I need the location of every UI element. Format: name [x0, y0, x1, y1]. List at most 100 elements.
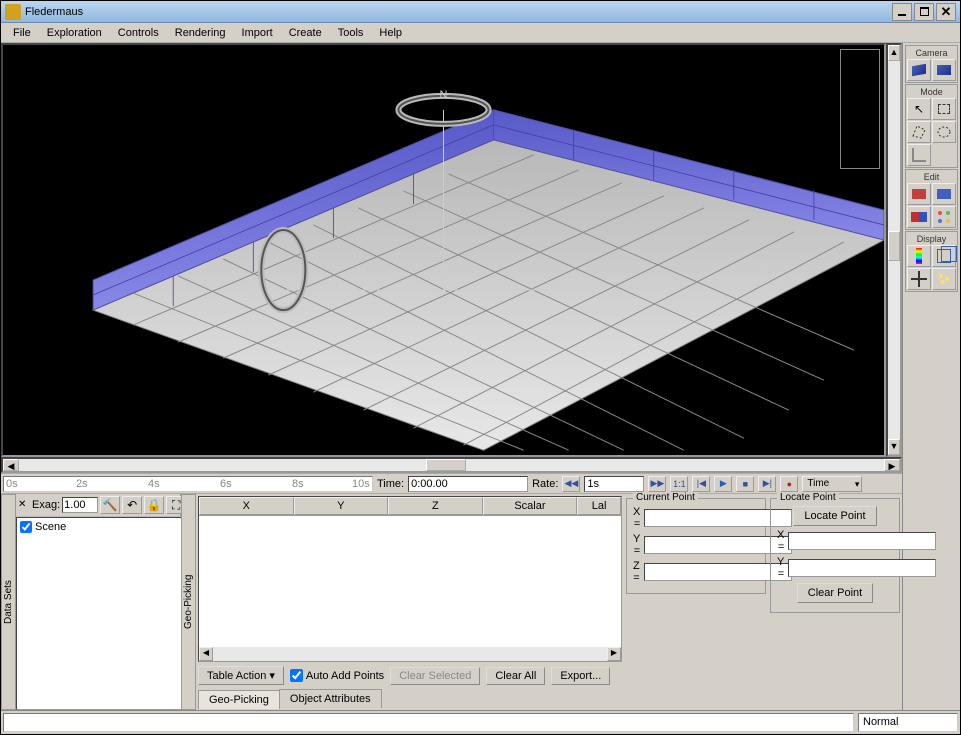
locate-point-button[interactable]: Locate Point	[793, 506, 876, 526]
clear-point-button[interactable]: Clear Point	[797, 583, 873, 603]
locate-point-fieldset: Locate Point Locate Point X = Y = Clear …	[770, 498, 900, 613]
edit-red-button[interactable]	[907, 183, 931, 205]
lp-x-input[interactable]	[788, 532, 936, 550]
auto-add-label: Auto Add Points	[306, 670, 384, 682]
viewport-vscroll[interactable]: ▲ ▼	[886, 43, 902, 457]
statusbar: Normal	[1, 710, 960, 734]
exag-hammer-button[interactable]: 🔨	[100, 496, 120, 514]
menu-import[interactable]: Import	[234, 25, 281, 41]
time-ruler[interactable]: 0s 2s 4s 6s 8s 10s	[3, 476, 373, 492]
menu-rendering[interactable]: Rendering	[167, 25, 234, 41]
camera-ortho-button[interactable]	[932, 59, 956, 81]
geo-table: X Y Z Scalar Lal ◀ ▶	[198, 496, 622, 662]
tab-object-attributes[interactable]: Object Attributes	[279, 689, 382, 708]
export-button[interactable]: Export...	[551, 667, 610, 685]
app-icon	[5, 4, 21, 20]
clear-all-button[interactable]: Clear All	[486, 667, 545, 685]
display-legend: Display	[907, 233, 956, 245]
skip-back-button[interactable]: |◀	[692, 476, 710, 492]
edit-dots-button[interactable]	[932, 206, 956, 228]
viewport-hscroll[interactable]: ◀ ▶	[1, 457, 902, 473]
edit-redblue-button[interactable]	[907, 206, 931, 228]
tick-0: 0s	[6, 478, 18, 490]
tick-1: 2s	[76, 478, 88, 490]
scene-render: N	[3, 45, 884, 455]
col-z[interactable]: Z	[388, 497, 483, 515]
scroll-right-icon[interactable]: ▶	[884, 459, 900, 471]
exag-lock-button[interactable]: 🔒	[144, 496, 164, 514]
datasets-close-icon[interactable]: ✕	[18, 499, 30, 511]
scroll-up-icon[interactable]: ▲	[888, 45, 900, 61]
viewport-3d[interactable]: N	[1, 43, 886, 457]
geo-table-body[interactable]	[199, 516, 621, 647]
app-window: Fledermaus ✕ File Exploration Controls R…	[0, 0, 961, 735]
select-poly-button[interactable]	[907, 121, 931, 143]
menu-controls[interactable]: Controls	[110, 25, 167, 41]
corner-mode-button[interactable]	[907, 144, 931, 166]
time-input[interactable]	[408, 476, 528, 492]
table-action-dropdown[interactable]: Table Action	[198, 666, 284, 685]
table-scroll-left-icon[interactable]: ◀	[199, 647, 213, 661]
select-lasso-button[interactable]	[932, 121, 956, 143]
time-label: Time:	[377, 478, 404, 490]
close-button[interactable]: ✕	[936, 3, 956, 21]
maximize-button[interactable]	[914, 3, 934, 21]
scene-node[interactable]: Scene	[19, 520, 185, 534]
select-arrow-button[interactable]: ↖	[907, 98, 931, 120]
edit-legend: Edit	[907, 171, 956, 183]
select-rect-button[interactable]	[932, 98, 956, 120]
exag-input[interactable]	[62, 497, 98, 513]
menu-file[interactable]: File	[5, 25, 39, 41]
menu-exploration[interactable]: Exploration	[39, 25, 110, 41]
rate-forward-button[interactable]: ▶▶	[648, 476, 666, 492]
display-crosshair-button[interactable]	[907, 268, 931, 290]
auto-add-checkbox-label[interactable]: Auto Add Points	[290, 669, 384, 682]
menubar: File Exploration Controls Rendering Impo…	[1, 23, 960, 43]
play-button[interactable]: ▶	[714, 476, 732, 492]
stop-button[interactable]: ■	[736, 476, 754, 492]
exag-undo-button[interactable]: ↶	[122, 496, 142, 514]
ratio-button[interactable]: 1:1	[670, 476, 688, 492]
minimize-button[interactable]	[892, 3, 912, 21]
current-point-fieldset: Current Point X = Y = Z =	[626, 498, 766, 594]
bottom-panels: Data Sets ✕ Exag: 🔨 ↶ 🔒 ⛶ Sce	[1, 493, 902, 710]
col-y[interactable]: Y	[294, 497, 389, 515]
tab-geo-picking[interactable]: Geo-Picking	[198, 690, 280, 709]
clear-selected-button[interactable]: Clear Selected	[390, 667, 480, 685]
scroll-down-icon[interactable]: ▼	[888, 439, 900, 455]
menu-tools[interactable]: Tools	[330, 25, 372, 41]
tick-3: 6s	[220, 478, 232, 490]
menu-help[interactable]: Help	[371, 25, 410, 41]
time-mode-dropdown[interactable]: Time	[802, 476, 862, 492]
tick-2: 4s	[148, 478, 160, 490]
rate-rewind-button[interactable]: ◀◀	[562, 476, 580, 492]
edit-blue-button[interactable]	[932, 183, 956, 205]
geo-table-hscroll[interactable]: ◀ ▶	[199, 647, 621, 661]
camera-group: Camera	[905, 45, 958, 83]
display-colorbar-button[interactable]	[907, 245, 931, 267]
scroll-left-icon[interactable]: ◀	[3, 459, 19, 471]
vscroll-thumb[interactable]	[888, 231, 900, 261]
tick-5: 10s	[352, 478, 370, 490]
display-scatter-button[interactable]	[932, 268, 956, 290]
rate-input[interactable]	[584, 476, 644, 492]
datasets-tree[interactable]: Scene	[16, 517, 188, 710]
svg-text:N: N	[440, 89, 448, 101]
titlebar: Fledermaus ✕	[1, 1, 960, 23]
display-wirecube-button[interactable]	[932, 245, 956, 267]
geo-vlabel: Geo-Picking	[181, 494, 196, 710]
record-button[interactable]: ●	[780, 476, 798, 492]
camera-perspective-button[interactable]	[907, 59, 931, 81]
auto-add-checkbox[interactable]	[290, 669, 303, 682]
lp-y-input[interactable]	[788, 559, 936, 577]
datasets-vlabel: Data Sets	[1, 494, 16, 710]
scene-checkbox[interactable]	[20, 521, 32, 533]
mode-legend: Mode	[907, 86, 956, 98]
table-scroll-right-icon[interactable]: ▶	[607, 647, 621, 661]
skip-forward-button[interactable]: ▶|	[758, 476, 776, 492]
col-label[interactable]: Lal	[577, 497, 621, 515]
col-scalar[interactable]: Scalar	[483, 497, 578, 515]
hscroll-thumb[interactable]	[426, 459, 466, 471]
col-x[interactable]: X	[199, 497, 294, 515]
menu-create[interactable]: Create	[281, 25, 330, 41]
